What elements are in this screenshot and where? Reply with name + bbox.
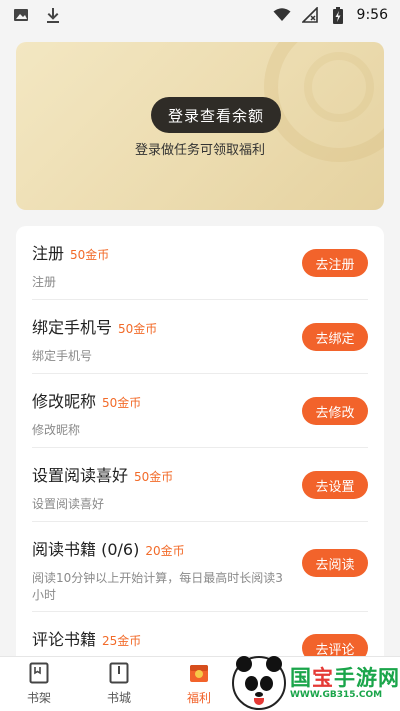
task-title: 修改昵称 [32, 392, 97, 411]
task-list: 注册 50金币 注册 去注册 绑定手机号 50金币 绑定手机号 去绑定 修改昵称… [16, 226, 384, 666]
download-icon [44, 6, 62, 24]
status-bar: 9:56 [0, 0, 400, 30]
watermark-brand-name: 国宝手游网 [290, 666, 400, 690]
task-reward: 50金币 [118, 322, 158, 336]
tab-label: 福利 [186, 691, 211, 705]
task-reward: 20金币 [145, 544, 185, 558]
status-time: 9:56 [356, 7, 388, 23]
status-bar-left [12, 6, 62, 24]
bookstore-icon [108, 661, 130, 685]
edit-nickname-button[interactable]: 去修改 [302, 397, 368, 425]
task-title: 注册 [32, 244, 65, 263]
watermark-brand: 国宝手游网 WWW.GB315.COM [290, 666, 400, 700]
site-watermark: 国宝手游网 WWW.GB315.COM [232, 655, 400, 711]
tab-bookshelf[interactable]: 书架 [9, 661, 69, 709]
task-desc: 修改昵称 [32, 423, 81, 437]
login-hint: 登录做任务可领取福利 [134, 143, 265, 158]
balance-card: 登录查看余额 登录做任务可领取福利 [16, 42, 384, 210]
task-desc: 绑定手机号 [32, 349, 93, 363]
tab-welfare[interactable]: 福利 [169, 661, 229, 709]
task-desc: 设置阅读喜好 [32, 497, 105, 511]
image-icon [12, 6, 30, 24]
card-decoration-inner [304, 52, 374, 122]
panda-logo-icon [232, 656, 286, 710]
task-item-read-books: 阅读书籍 (0/6) 20金币 阅读10分钟以上开始计算，每日最高时长阅读3小时… [32, 522, 368, 612]
watermark-url: WWW.GB315.COM [290, 690, 383, 700]
task-reward: 50金币 [102, 396, 142, 410]
task-title: 绑定手机号 [32, 318, 113, 337]
task-reward: 50金币 [134, 470, 174, 484]
task-item-reading-preference: 设置阅读喜好 50金币 设置阅读喜好 去设置 [32, 448, 368, 522]
tab-label: 书架 [26, 691, 51, 705]
register-button[interactable]: 去注册 [302, 249, 368, 277]
task-title: 阅读书籍 (0/6) [32, 540, 140, 559]
bookshelf-icon [28, 661, 50, 685]
no-signal-icon [301, 6, 319, 24]
tab-bookstore[interactable]: 书城 [89, 661, 149, 709]
task-reward: 25金币 [102, 634, 142, 648]
task-item-edit-nickname: 修改昵称 50金币 修改昵称 去修改 [32, 374, 368, 448]
task-desc: 注册 [32, 275, 57, 289]
task-title: 评论书籍 [32, 630, 97, 649]
set-preference-button[interactable]: 去设置 [302, 471, 368, 499]
task-item-bind-phone: 绑定手机号 50金币 绑定手机号 去绑定 [32, 300, 368, 374]
read-button[interactable]: 去阅读 [302, 549, 368, 577]
task-title: 设置阅读喜好 [32, 466, 129, 485]
status-bar-right: 9:56 [273, 6, 388, 24]
wifi-icon [273, 6, 291, 24]
bind-phone-button[interactable]: 去绑定 [302, 323, 368, 351]
tab-label: 书城 [106, 691, 131, 705]
welfare-icon [188, 661, 210, 685]
task-item-register: 注册 50金币 注册 去注册 [32, 226, 368, 300]
task-desc: 阅读10分钟以上开始计算，每日最高时长阅读3小时 [32, 571, 283, 602]
battery-charging-icon [329, 6, 347, 24]
task-reward: 50金币 [70, 248, 110, 262]
login-view-balance-button[interactable]: 登录查看余额 [151, 97, 281, 133]
